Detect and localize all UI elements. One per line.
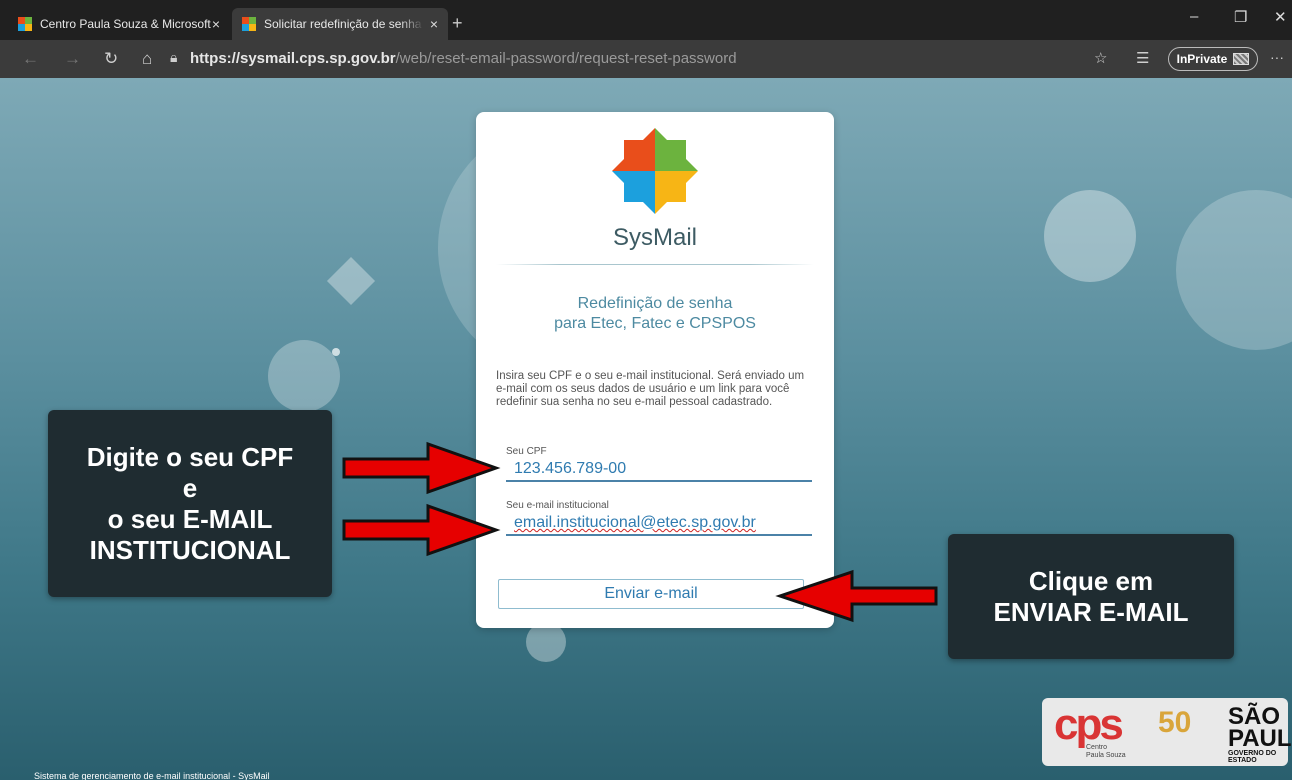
forward-button[interactable]: → bbox=[64, 49, 81, 69]
page-viewport: SysMail Redefinição de senha para Etec, … bbox=[0, 78, 1292, 780]
cpf-label: Seu CPF bbox=[506, 446, 547, 457]
brand-logos: cps Centro Paula Souza 50 SÃO PAULO GOVE… bbox=[1042, 698, 1292, 766]
url-host: https://sysmail.cps.sp.gov.br bbox=[190, 50, 396, 67]
cps-sub-line-1: Centro bbox=[1086, 744, 1108, 751]
subtitle-line-2: para Etec, Fatec e CPSPOS bbox=[554, 315, 756, 332]
cps-favicon-icon bbox=[242, 17, 256, 31]
url-path: /web/reset-email-password/request-reset-… bbox=[395, 50, 737, 67]
browser-address-bar: ← → ↻ ⌂ 🔒︎ https://sysmail.cps.sp.gov.br… bbox=[0, 40, 1292, 78]
cps-logo-subtitle: Centro Paula Souza bbox=[1086, 744, 1126, 760]
reset-password-card: SysMail Redefinição de senha para Etec, … bbox=[476, 112, 834, 628]
sp-line-2: PAULO bbox=[1228, 725, 1292, 752]
callout-line: o seu E-MAIL bbox=[107, 503, 273, 534]
close-window-button[interactable]: ✕ bbox=[1274, 8, 1287, 26]
governo-do-estado-label: GOVERNO DO ESTADO bbox=[1228, 750, 1277, 764]
restore-button[interactable]: ❐ bbox=[1234, 8, 1247, 26]
minimize-button[interactable]: – bbox=[1190, 8, 1198, 25]
email-label: Seu e-mail institucional bbox=[506, 500, 609, 511]
callout-enter-cpf-email: Digite o seu CPF e o seu E-MAIL INSTITUC… bbox=[48, 410, 332, 597]
email-input[interactable]: email.institucional@etec.sp.gov.br bbox=[506, 512, 812, 536]
instructions-text: Insira seu CPF e o seu e-mail institucio… bbox=[496, 370, 805, 408]
new-tab-button[interactable]: + bbox=[452, 13, 463, 34]
app-name: SysMail bbox=[612, 224, 697, 251]
callout-click-send: Clique em ENVIAR E-MAIL bbox=[948, 534, 1234, 659]
footer-text: Sistema de gerenciamento de e-mail insti… bbox=[34, 771, 270, 780]
background-dot bbox=[332, 348, 340, 356]
email-value: email.institucional@etec.sp.gov.br bbox=[514, 514, 756, 531]
divider bbox=[496, 264, 814, 265]
arrow-right-icon bbox=[342, 503, 501, 557]
inprivate-label: InPrivate bbox=[1176, 52, 1228, 66]
background-diamond bbox=[326, 256, 376, 306]
page-subtitle: Redefinição de senha para Etec, Fatec e … bbox=[476, 294, 834, 334]
tab-close-icon[interactable]: × bbox=[430, 16, 438, 32]
cps-favicon-icon bbox=[18, 17, 32, 31]
more-menu-icon[interactable]: ··· bbox=[1270, 49, 1284, 65]
cpf-input[interactable]: 123.456.789-00 bbox=[506, 458, 812, 482]
arrow-right-icon bbox=[342, 441, 501, 495]
tab-close-icon[interactable]: × bbox=[212, 16, 220, 32]
browser-tab-bar: Centro Paula Souza & Microsoft × Solicit… bbox=[0, 0, 1292, 40]
tab-title: Solicitar redefinição de senha do bbox=[264, 17, 424, 31]
home-button[interactable]: ⌂ bbox=[142, 49, 152, 69]
callout-line: Clique em bbox=[1028, 565, 1154, 596]
callout-line: e bbox=[182, 472, 198, 503]
favorites-bar-icon[interactable]: ☰ bbox=[1136, 49, 1149, 67]
back-button[interactable]: ← bbox=[22, 49, 39, 69]
favorite-star-icon[interactable]: ☆ bbox=[1094, 49, 1107, 67]
tab-centro-paula-souza[interactable]: Centro Paula Souza & Microsoft × bbox=[8, 8, 230, 40]
callout-line: Digite o seu CPF bbox=[86, 441, 294, 472]
inprivate-badge[interactable]: InPrivate bbox=[1168, 47, 1258, 71]
sysmail-logo-icon bbox=[612, 128, 698, 214]
cps-sub-line-2: Paula Souza bbox=[1086, 752, 1126, 759]
callout-line: INSTITUCIONAL bbox=[89, 534, 291, 565]
background-circle bbox=[1176, 190, 1292, 350]
50-anos-logo: 50 bbox=[1158, 706, 1192, 739]
inprivate-icon bbox=[1233, 53, 1250, 65]
refresh-button[interactable]: ↻ bbox=[104, 49, 118, 69]
tab-title: Centro Paula Souza & Microsoft bbox=[40, 17, 211, 31]
url-field[interactable]: https://sysmail.cps.sp.gov.br/web/reset-… bbox=[190, 50, 737, 67]
background-circle bbox=[526, 622, 566, 662]
cps-logo: cps bbox=[1054, 700, 1124, 749]
send-email-button[interactable]: Enviar e-mail bbox=[498, 579, 804, 609]
lock-icon: 🔒︎ bbox=[170, 49, 178, 65]
background-circle bbox=[1044, 190, 1136, 282]
background-circle bbox=[268, 340, 340, 412]
tab-solicitar-redefinicao[interactable]: Solicitar redefinição de senha do × bbox=[232, 8, 448, 40]
callout-line: ENVIAR E-MAIL bbox=[993, 596, 1189, 627]
subtitle-line-1: Redefinição de senha bbox=[577, 295, 733, 312]
sao-paulo-logo: SÃO PAULO bbox=[1228, 705, 1292, 752]
